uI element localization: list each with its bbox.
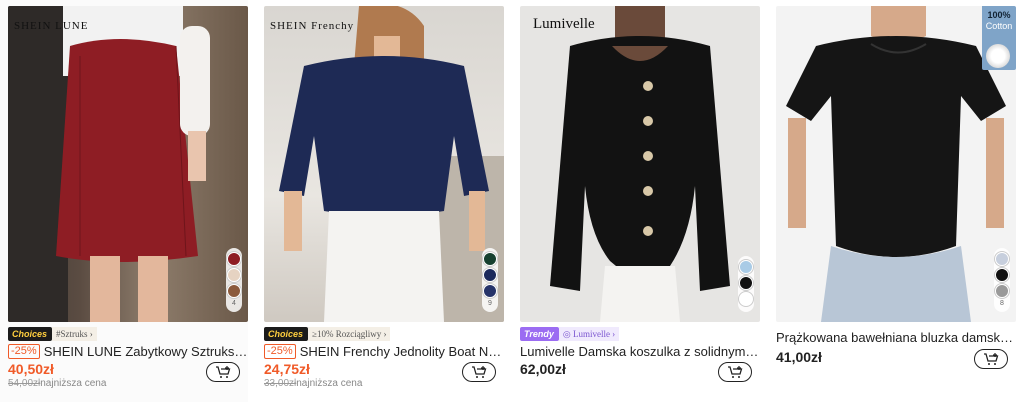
product-card[interactable]: Lumivelle Trendy ◎ Lumivelle › Lumivelle…: [512, 0, 760, 402]
product-title[interactable]: SHEIN Frenchy Jednolity Boat Neck ...: [300, 344, 504, 359]
discount-badge: -25%: [8, 344, 40, 359]
add-to-cart-icon: [728, 366, 743, 378]
product-title-row[interactable]: -25% SHEIN Frenchy Jednolity Boat Neck .…: [264, 344, 504, 359]
discount-badge: -25%: [264, 344, 296, 359]
color-swatch[interactable]: [227, 284, 241, 298]
add-to-cart-button[interactable]: [206, 362, 240, 382]
product-tag[interactable]: Choices ≥10% Rozciągliwy ›: [264, 327, 391, 341]
tag-category: ≥10% Rozciągliwy ›: [308, 327, 391, 341]
color-swatches[interactable]: [738, 256, 754, 312]
product-title-row[interactable]: Lumivelle Damska koszulka z solidnym me.…: [520, 344, 760, 359]
color-swatch[interactable]: [995, 252, 1009, 266]
product-photo-cardigan: [550, 6, 730, 322]
color-swatch[interactable]: [739, 260, 753, 274]
product-image[interactable]: SHEIN Frenchy 9: [264, 6, 504, 322]
color-swatch[interactable]: [995, 268, 1009, 282]
color-swatch[interactable]: [995, 284, 1009, 298]
trendy-label: Trendy: [520, 327, 559, 341]
product-photo-tshirt: [786, 6, 1006, 322]
old-price: 54,00zł: [8, 378, 41, 389]
swatch-count: 4: [232, 300, 236, 307]
choices-label: Choices: [264, 327, 309, 341]
lowest-price-label: najniższa cena: [296, 378, 363, 389]
product-card[interactable]: SHEIN LUNE 4 Choices #Sztruks › -25% SHE…: [0, 0, 248, 402]
add-to-cart-button[interactable]: [462, 362, 496, 382]
brand-logo: SHEIN Frenchy: [270, 20, 355, 32]
product-tag[interactable]: Choices #Sztruks ›: [8, 327, 97, 341]
swatch-count: 9: [488, 300, 492, 307]
tag-category: ◎ Lumivelle ›: [558, 327, 620, 341]
product-photo-top: [279, 6, 504, 322]
color-swatch[interactable]: [739, 292, 753, 306]
add-to-cart-icon: [216, 366, 231, 378]
product-price: 62,00zł: [520, 361, 566, 377]
add-to-cart-button[interactable]: [974, 349, 1008, 369]
product-price: 41,00zł: [776, 349, 822, 365]
product-title[interactable]: SHEIN LUNE Zabytkowy Sztruks Wy...: [44, 344, 248, 359]
product-card[interactable]: SHEIN Frenchy 9 Choices ≥10% Rozciągliwy…: [256, 0, 504, 402]
color-swatch[interactable]: [483, 284, 497, 298]
product-card[interactable]: 100% Cotton 8 Prążkowana bawełniana bluz…: [768, 0, 1016, 402]
product-tag[interactable]: Trendy ◎ Lumivelle ›: [520, 327, 620, 341]
cotton-badge-label: Cotton: [985, 21, 1013, 31]
add-to-cart-icon: [472, 366, 487, 378]
choices-label: Choices: [8, 327, 53, 341]
brand-logo: SHEIN LUNE: [14, 20, 89, 32]
color-swatch[interactable]: [227, 252, 241, 266]
product-image[interactable]: 100% Cotton 8: [776, 6, 1016, 322]
color-swatch[interactable]: [739, 276, 753, 290]
add-to-cart-icon: [984, 353, 999, 365]
product-title[interactable]: Prążkowana bawełniana bluzka damska z ..…: [776, 330, 1016, 345]
cotton-badge: 100% Cotton: [982, 6, 1016, 70]
lowest-price-note: 54,00złnajniższa cena: [8, 378, 106, 389]
product-price: 24,75zł: [264, 361, 310, 377]
brand-logo: Lumivelle: [533, 16, 595, 32]
product-title[interactable]: Lumivelle Damska koszulka z solidnym me.…: [520, 344, 760, 359]
lowest-price-label: najniższa cena: [40, 378, 107, 389]
product-price: 40,50zł: [8, 361, 54, 377]
product-title-row[interactable]: -25% SHEIN LUNE Zabytkowy Sztruks Wy...: [8, 344, 248, 359]
swatch-count: 8: [1000, 300, 1004, 307]
cotton-icon: [986, 44, 1010, 68]
color-swatch[interactable]: [483, 268, 497, 282]
add-to-cart-button[interactable]: [718, 362, 752, 382]
product-title-row[interactable]: Prążkowana bawełniana bluzka damska z ..…: [776, 330, 1016, 345]
cotton-badge-percent: 100%: [987, 10, 1011, 20]
color-swatches[interactable]: 8: [994, 248, 1010, 312]
color-swatches[interactable]: 4: [226, 248, 242, 312]
color-swatch[interactable]: [483, 252, 497, 266]
old-price: 33,00zł: [264, 378, 297, 389]
lowest-price-note: 33,00złnajniższa cena: [264, 378, 362, 389]
product-image[interactable]: SHEIN LUNE 4: [8, 6, 248, 322]
tag-category: #Sztruks ›: [52, 327, 97, 341]
product-image[interactable]: Lumivelle: [520, 6, 760, 322]
color-swatches[interactable]: 9: [482, 248, 498, 312]
color-swatch[interactable]: [227, 268, 241, 282]
product-photo-skirt: [8, 6, 210, 322]
